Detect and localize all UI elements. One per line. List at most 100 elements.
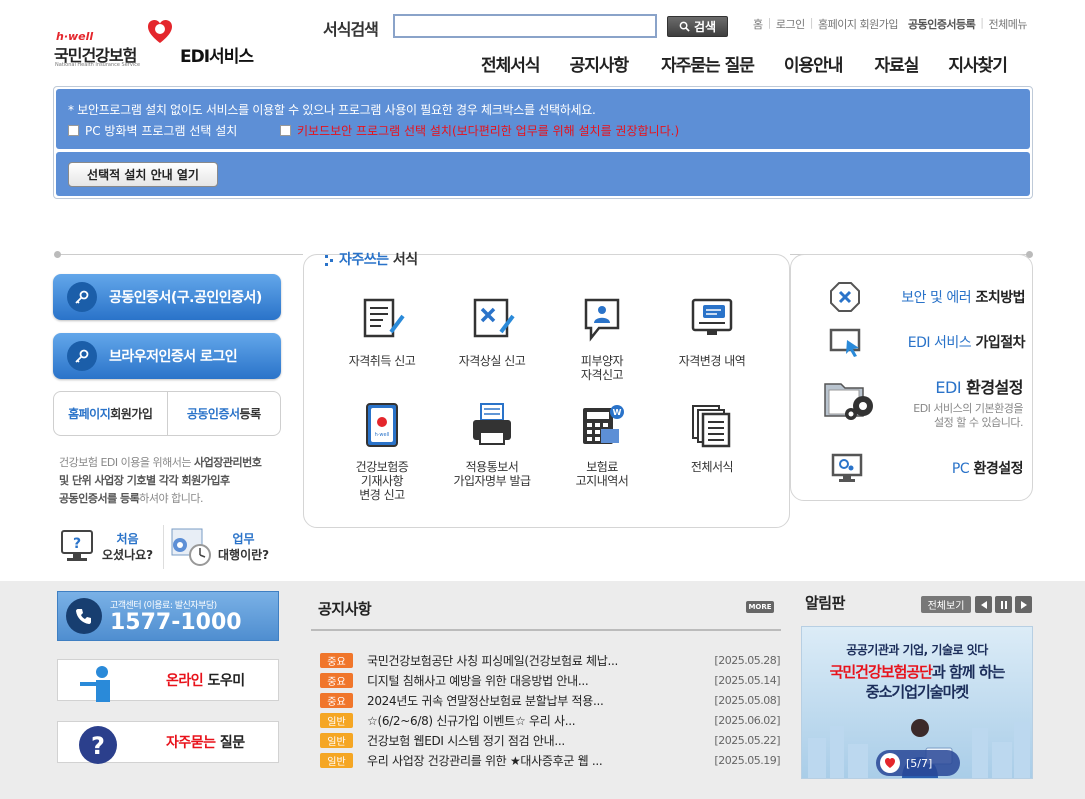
install-guide-button[interactable]: 선택적 설치 안내 열기 xyxy=(68,162,218,187)
search-input[interactable] xyxy=(393,14,657,38)
join-notice-text: 건강보험 EDI 이용을 위해서는 사업장관리번호 및 단위 사업장 기호별 각… xyxy=(59,454,289,508)
join-blue: 홈페이지 xyxy=(68,407,111,421)
cert-register-button[interactable]: 공동인증서 등록 xyxy=(168,392,281,435)
notice-item[interactable]: 중요 디지털 침해사고 예방을 위한 대응방법 안내... [2025.05.1… xyxy=(320,670,780,690)
form-label: 피부양자 자격신고 xyxy=(580,354,624,382)
util-home[interactable]: 홈 xyxy=(753,16,763,32)
help-blue: EDI xyxy=(935,378,962,397)
help-blue: PC xyxy=(951,461,970,477)
nav-guide[interactable]: 이용안내 xyxy=(784,51,844,76)
faq-red: 자주묻는 xyxy=(166,735,216,751)
nav-branch[interactable]: 지사찾기 xyxy=(948,51,1008,76)
note-text: 공동인증서를 등록 xyxy=(59,492,140,505)
util-cert-register[interactable]: 공동인증서등록 xyxy=(908,16,976,32)
monitor-settings-icon xyxy=(831,453,863,482)
notice-item[interactable]: 일반 ☆(6/2~6/8) 신규가입 이벤트☆ 우리 사... [2025.06… xyxy=(320,710,780,730)
notice-date: [2025.05.14] xyxy=(714,673,780,687)
form-label: 자격취득 신고 xyxy=(348,354,416,368)
nav-all-forms[interactable]: 전체서식 xyxy=(481,51,541,76)
nav-archive[interactable]: 자료실 xyxy=(874,51,919,76)
notice-date: [2025.05.08] xyxy=(714,693,780,707)
notice-date: [2025.06.02] xyxy=(714,713,780,727)
notice-badge: 일반 xyxy=(320,752,353,768)
search-button[interactable]: 검색 xyxy=(667,16,728,37)
banner-line2: 국민건강보험공단과 함께 하는 xyxy=(802,661,1032,682)
edi-environment-link[interactable]: EDI 환경설정 EDI 서비스의 기본환경을 설정 할 수 있습니다. xyxy=(823,372,1025,434)
search-button-label: 검색 xyxy=(693,20,717,34)
nav-notice[interactable]: 공지사항 xyxy=(570,51,630,76)
svg-text:?: ? xyxy=(73,536,81,552)
form-change-history[interactable]: 자격변경 내역 xyxy=(657,296,767,368)
keyboard-security-checkbox[interactable]: 키보드보안 프로그램 선택 설치(보다편리한 업무를 위해 설치를 권장합니다.… xyxy=(280,122,679,139)
faq-rest: 질문 xyxy=(215,735,245,751)
prev-icon xyxy=(980,600,987,609)
browser-cert-login-button[interactable]: 브라우저인증서 로그인 xyxy=(53,333,281,379)
help-rest: 환경설정 xyxy=(961,378,1023,397)
note-text: 건강보험 EDI 이용을 위해서는 xyxy=(59,456,194,469)
notice-date: [2025.05.28] xyxy=(714,653,780,667)
helper-red: 온라인 xyxy=(166,673,204,689)
form-dependent[interactable]: 피부양자 자격신고 xyxy=(547,296,657,382)
security-program-panel: * 보안프로그램 설치 없이도 서비스를 이용할 수 있으나 프로그램 사용이 … xyxy=(53,86,1033,199)
banner-line2-rest: 과 함께 하는 xyxy=(931,663,1005,681)
pause-icon xyxy=(1000,600,1007,609)
svg-text:h·well: h·well xyxy=(375,432,390,438)
form-qualification-loss[interactable]: 자격상실 신고 xyxy=(437,296,547,368)
banner-page: [5/7] xyxy=(906,756,933,770)
security-error-link[interactable]: 보안 및 에러 조치방법 xyxy=(829,281,1025,315)
online-helper-link[interactable]: 온라인 도우미 xyxy=(57,659,279,702)
util-join[interactable]: 홈페이지 회원가입 xyxy=(818,16,898,32)
cert-login-button[interactable]: 공동인증서(구.공인인증서) xyxy=(53,274,281,320)
util-all-menu[interactable]: 전체메뉴 xyxy=(989,16,1028,32)
security-options: * 보안프로그램 설치 없이도 서비스를 이용할 수 있으나 프로그램 사용이 … xyxy=(56,89,1030,149)
env-sub: 설정 할 수 있습니다. xyxy=(934,416,1023,429)
faq-link[interactable]: ? 자주묻는 질문 xyxy=(57,721,279,764)
notice-item[interactable]: 일반 건강보험 웹EDI 시스템 정기 점검 안내... [2025.05.22… xyxy=(320,730,780,750)
checkbox[interactable] xyxy=(68,125,79,136)
form-insurance-card-change[interactable]: h·well 건강보험증 기재사항 변경 신고 xyxy=(327,402,437,502)
util-login[interactable]: 로그인 xyxy=(776,16,805,32)
checkbox[interactable] xyxy=(280,125,291,136)
pause-button[interactable] xyxy=(995,596,1012,613)
site-logo[interactable]: h·well 국민건강보험 National Health Insurance … xyxy=(54,18,274,70)
decor-dot xyxy=(54,251,61,258)
notice-item[interactable]: 중요 국민건강보험공단 사칭 피싱메일(건강보험료 체납... [2025.05… xyxy=(320,650,780,670)
key-icon xyxy=(67,341,97,371)
firewall-checkbox[interactable]: PC 방화벽 프로그램 선택 설치 xyxy=(68,122,237,139)
banner-line1: 공공기관과 기업, 기술로 잇다 xyxy=(846,643,988,657)
next-button[interactable] xyxy=(1015,596,1032,613)
firewall-label: PC 방화벽 프로그램 선택 설치 xyxy=(85,124,238,138)
join-rest: 회원가입 xyxy=(110,407,153,421)
phone-icon xyxy=(66,598,102,634)
form-all[interactable]: 전체서식 xyxy=(657,402,767,474)
utility-links: 홈 | 로그인 | 홈페이지 회원가입 공동인증서등록 | 전체메뉴 xyxy=(753,16,1027,32)
view-all-button[interactable]: 전체보기 xyxy=(921,596,971,613)
heart-logo-icon xyxy=(148,20,172,43)
form-premium-notice[interactable]: W 보험료 고지내역서 xyxy=(547,402,657,488)
document-pen-icon xyxy=(363,298,405,338)
call-center-label: 고객센터 (이용료: 발신자부담) xyxy=(110,600,217,611)
edi-join-procedure-link[interactable]: EDI 서비스 가입절차 xyxy=(829,326,1025,360)
calculator-icon: W xyxy=(583,405,624,444)
notice-title: 우리 사업장 건강관리를 위한 ★대사증후군 웹 ... xyxy=(367,753,603,768)
security-guide-bar: 선택적 설치 안내 열기 xyxy=(56,152,1030,196)
pc-environment-link[interactable]: PC 환경설정 xyxy=(831,452,1025,486)
homepage-join-button[interactable]: 홈페이지 회원가입 xyxy=(54,392,168,435)
logo-service: EDI서비스 xyxy=(180,47,254,67)
svg-text:W: W xyxy=(613,408,622,417)
first-visit-link[interactable]: ? 처음 오셨나요? xyxy=(58,525,158,569)
prev-button[interactable] xyxy=(975,596,992,613)
join-register-row: 홈페이지 회원가입 공동인증서 등록 xyxy=(53,391,281,436)
register-blue: 공동인증서 xyxy=(186,407,240,421)
form-qualification-acquire[interactable]: 자격취득 신고 xyxy=(327,296,437,368)
notice-section-title: 공지사항 xyxy=(318,600,372,618)
notice-item[interactable]: 중요 2024년도 귀속 연말정산보험료 분할납부 적용... [2025.05… xyxy=(320,690,780,710)
form-label: 자격상실 신고 xyxy=(458,354,526,368)
notice-item[interactable]: 일반 우리 사업장 건강관리를 위한 ★대사증후군 웹 ... [2025.05… xyxy=(320,750,780,770)
document-stack-icon xyxy=(692,405,731,448)
notice-more-button[interactable]: MORE xyxy=(746,601,774,613)
form-enrollment-roster[interactable]: 적용통보서 가입자명부 발급 xyxy=(437,402,547,488)
agency-link[interactable]: 업무 대행이란? xyxy=(168,525,278,569)
first-visit-blue: 처음 xyxy=(116,532,139,546)
nav-faq[interactable]: 자주묻는 질문 xyxy=(661,51,755,76)
